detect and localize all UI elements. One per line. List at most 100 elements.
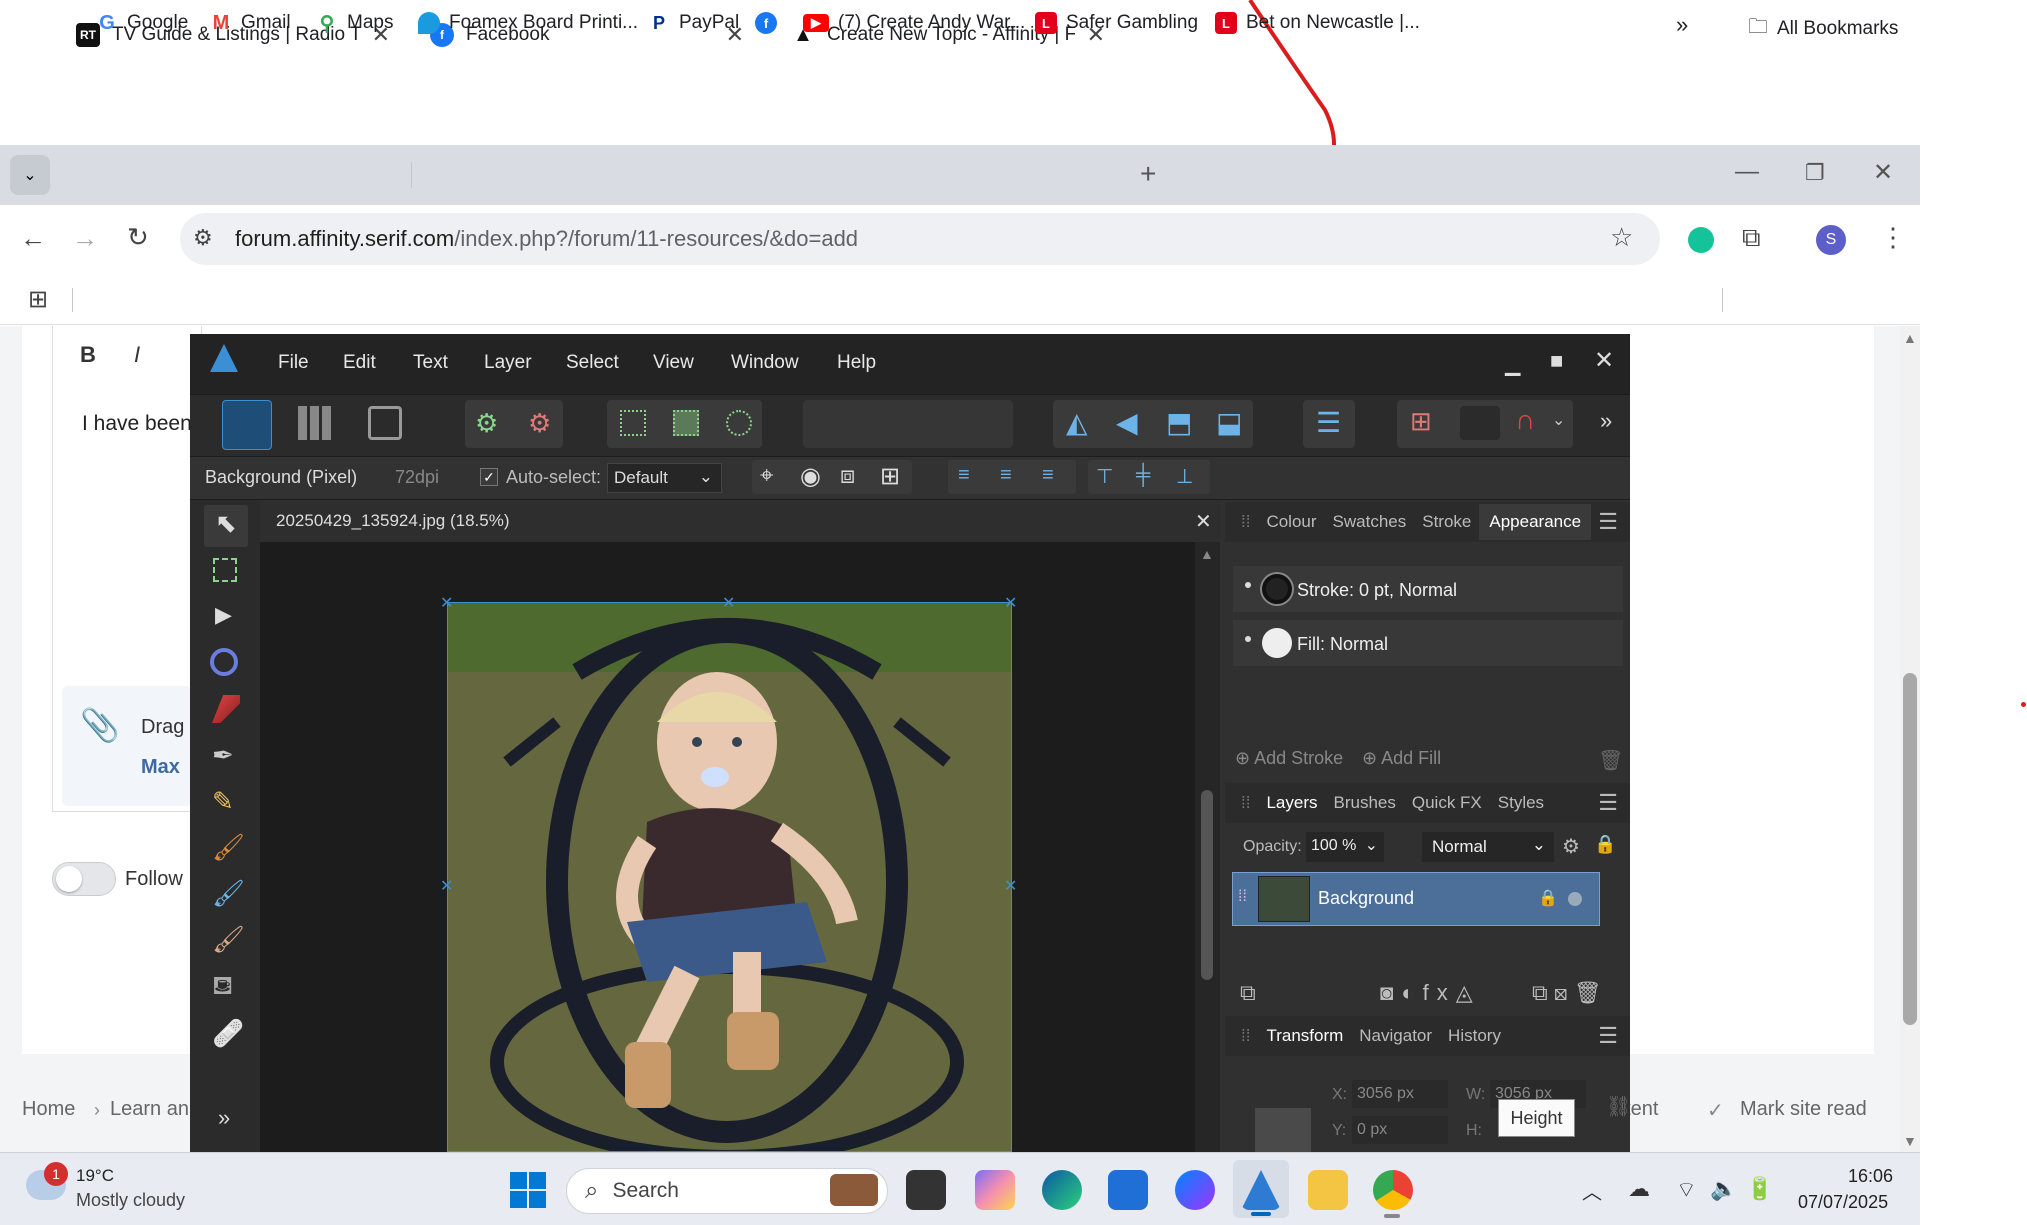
tab-layers[interactable]: Layers: [1266, 793, 1317, 813]
back-arrow-icon[interactable]: ←: [20, 223, 46, 254]
menu-text[interactable]: Text: [413, 352, 448, 374]
fill-tool-icon[interactable]: ⛾: [212, 970, 233, 1005]
align-top-icon[interactable]: ⊤: [1096, 464, 1113, 489]
handle-mr[interactable]: ✕: [1004, 876, 1017, 896]
flip-horizontal-icon[interactable]: ◭: [1066, 406, 1088, 439]
menu-help[interactable]: Help: [837, 352, 876, 374]
onedrive-icon[interactable]: ☁: [1628, 1176, 1650, 1202]
aff-maximize-icon[interactable]: ■: [1550, 348, 1563, 374]
y-field[interactable]: 0 px: [1352, 1116, 1448, 1144]
handle-ml[interactable]: ✕: [440, 876, 453, 896]
editor-body-text[interactable]: I have been: [82, 412, 192, 436]
aff-minimize-icon[interactable]: ▁: [1505, 352, 1520, 377]
messenger-icon[interactable]: [1175, 1170, 1215, 1210]
edge-icon[interactable]: [1042, 1170, 1082, 1210]
tab-styles[interactable]: Styles: [1498, 793, 1544, 813]
move-tool-icon[interactable]: ⬉: [215, 508, 237, 539]
boolean-buttons-disabled[interactable]: [803, 400, 1013, 448]
rotate-left-icon[interactable]: ⬒: [1166, 406, 1192, 439]
clock-time[interactable]: 16:06: [1848, 1166, 1893, 1187]
minimize-window-icon[interactable]: —: [1735, 158, 1759, 186]
panel-menu-icon[interactable]: ☰: [1598, 1023, 1618, 1049]
crosshair-icon[interactable]: ⌖: [760, 462, 774, 490]
add-stroke-button[interactable]: ⊕ Add Stroke: [1235, 748, 1343, 769]
close-document-icon[interactable]: ✕: [1195, 509, 1212, 534]
panel-menu-icon[interactable]: ☰: [1598, 509, 1618, 535]
invert-selection-icon[interactable]: [726, 410, 752, 436]
auto-select-dropdown[interactable]: Default ⌄: [607, 463, 722, 493]
bookmark-safer-gambling[interactable]: L Safer Gambling: [1035, 12, 1198, 34]
file-explorer-icon[interactable]: [1308, 1170, 1348, 1210]
mark-site-read-link[interactable]: Mark site read: [1740, 1098, 1867, 1121]
selection-brush-icon[interactable]: [210, 648, 238, 676]
breadcrumb-home[interactable]: Home: [22, 1098, 75, 1121]
bookmark-gmail[interactable]: M Gmail: [210, 12, 291, 34]
crop-tool-icon[interactable]: [213, 558, 237, 582]
clock-date[interactable]: 07/07/2025: [1798, 1192, 1888, 1213]
wifi-icon[interactable]: ⌔: [1676, 1176, 1697, 1204]
forward-arrow-icon[interactable]: →: [72, 223, 98, 254]
stroke-swatch-icon[interactable]: [1262, 574, 1292, 604]
bookmark-star-icon[interactable]: ☆: [1610, 222, 1633, 253]
tab-quick-fx[interactable]: Quick FX: [1412, 793, 1482, 813]
bold-button[interactable]: B: [80, 342, 96, 368]
panel-menu-icon[interactable]: ☰: [1598, 790, 1618, 816]
volume-icon[interactable]: 🔈: [1710, 1176, 1737, 1202]
bookmark-bet-newcastle[interactable]: L Bet on Newcastle |...: [1215, 12, 1420, 34]
auto-select-checkbox[interactable]: ✓: [480, 468, 498, 486]
grid-icon[interactable]: ⊞: [880, 462, 900, 491]
tab-stroke[interactable]: Stroke: [1422, 512, 1471, 532]
bookmark-facebook[interactable]: f: [755, 12, 777, 34]
mixer-brush-icon[interactable]: 🖌: [212, 878, 245, 909]
show-bounds-icon[interactable]: ◉: [800, 462, 821, 491]
layer-action-icons[interactable]: ⧉⊠🗑: [1532, 980, 1608, 1006]
paint-brush-icon[interactable]: 🖌: [212, 832, 245, 863]
layer-name[interactable]: Background: [1318, 888, 1414, 909]
copilot-icon[interactable]: [975, 1170, 1015, 1210]
layer-fx-icons[interactable]: ◙◐fx◬: [1380, 980, 1481, 1006]
menu-file[interactable]: File: [278, 352, 309, 374]
reload-icon[interactable]: ↻: [127, 222, 149, 253]
menu-select[interactable]: Select: [566, 352, 619, 374]
anchor-selector[interactable]: [1255, 1108, 1311, 1152]
tab-colour[interactable]: Colour: [1266, 512, 1316, 532]
deselect-icon[interactable]: [673, 410, 699, 436]
layer-visibility-icon[interactable]: [1568, 892, 1582, 906]
bookmark-google[interactable]: G Google: [96, 12, 188, 34]
align-icon[interactable]: ☰: [1316, 406, 1341, 439]
task-view-icon[interactable]: [906, 1170, 946, 1210]
add-fill-button[interactable]: ⊕ Add Fill: [1362, 748, 1441, 769]
rotate-right-icon[interactable]: ⬓: [1216, 406, 1242, 439]
align-center-icon[interactable]: ≡: [1000, 464, 1012, 487]
healing-brush-icon[interactable]: 🩹: [212, 1018, 244, 1049]
magnet-snapping-icon[interactable]: ∩: [1515, 404, 1535, 436]
align-right-icon[interactable]: ≡: [1042, 464, 1054, 487]
blend-mode-dropdown[interactable]: Normal ⌄: [1422, 832, 1554, 862]
handle-tl[interactable]: ✕: [440, 593, 453, 613]
node-tool-icon[interactable]: ▶: [215, 602, 232, 628]
lock-icon[interactable]: 🔒: [1594, 834, 1616, 855]
scroll-down-icon[interactable]: ▼: [1903, 1133, 1917, 1149]
scroll-up-icon[interactable]: ▲: [1200, 546, 1214, 562]
menu-layer[interactable]: Layer: [484, 352, 532, 374]
weather-temp[interactable]: 19°C: [76, 1166, 114, 1186]
export-persona-icon[interactable]: [368, 406, 402, 440]
snapping-grid-icon[interactable]: ⊞: [1410, 406, 1432, 437]
bookmark-foamex[interactable]: Foamex Board Printi...: [418, 12, 638, 34]
flip-vertical-icon[interactable]: ◀: [1116, 406, 1138, 439]
bookmark-youtube[interactable]: ▶ (7) Create Andy War...: [803, 12, 1025, 34]
spacing-icon[interactable]: ⧈: [840, 462, 855, 490]
menu-view[interactable]: View: [653, 352, 694, 374]
site-info-icon[interactable]: ⚙: [193, 225, 213, 251]
menu-edit[interactable]: Edit: [343, 352, 376, 374]
follow-toggle[interactable]: [52, 862, 116, 896]
breadcrumb-learn[interactable]: Learn an: [110, 1098, 189, 1121]
fill-swatch-icon[interactable]: [1262, 628, 1292, 658]
grammarly-extension-icon[interactable]: [1688, 227, 1714, 253]
chevron-down-icon[interactable]: ⌄: [1552, 410, 1565, 430]
link-proportions-icon[interactable]: ⛓: [1606, 1094, 1631, 1119]
restore-window-icon[interactable]: ❐: [1805, 160, 1825, 186]
attachment-dropzone[interactable]: [62, 686, 192, 806]
select-all-icon[interactable]: [620, 410, 646, 436]
tab-brushes[interactable]: Brushes: [1333, 793, 1395, 813]
